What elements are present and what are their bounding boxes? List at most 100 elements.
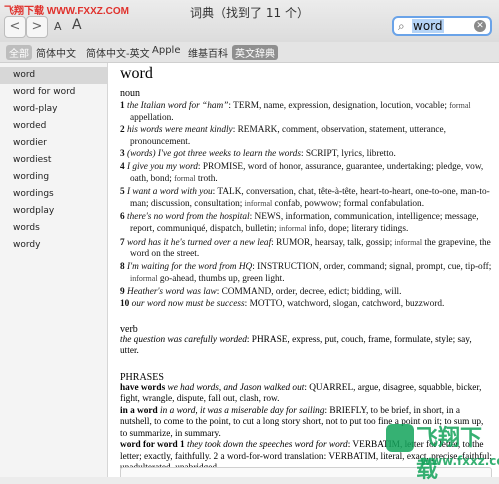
definition-number: 5 xyxy=(120,186,125,197)
sidebar-item-word-for-word[interactable]: word for word xyxy=(0,84,107,101)
sidebar-item-label: word xyxy=(13,70,36,80)
definition-tail: go-ahead, thumbs up, green light. xyxy=(159,274,285,284)
headword: word xyxy=(120,65,153,82)
search-field[interactable]: ⌕ word ✕ xyxy=(392,16,492,36)
tab-all[interactable]: 全部 xyxy=(6,45,32,60)
tab-english-dictionary[interactable]: 英文辞典 xyxy=(232,45,278,60)
definition-item: 2 his words were meant kindly: REMARK, c… xyxy=(120,125,492,148)
definition-text: : COMMAND, order, decree, edict; bidding… xyxy=(216,286,402,297)
definition-tail: info, dope; literary tidings. xyxy=(308,224,409,234)
definition-example: the question was carefully worded xyxy=(120,334,247,345)
definition-text: : MOTTO, watchword, slogan, catchword, b… xyxy=(244,299,445,309)
definition-item: 1 the Italian word for “ham”: TERM, name… xyxy=(120,100,492,124)
definition-number: 10 xyxy=(120,299,130,309)
tab-simplified-chinese[interactable]: 简体中文 xyxy=(36,45,76,60)
definition-example: Heather's word was law xyxy=(126,286,217,297)
sidebar-item-label: worded xyxy=(13,121,47,131)
definition-example: I give you my word xyxy=(126,161,198,172)
phrase-head: in a word xyxy=(120,405,158,416)
definition-content: word noun 1 the Italian word for “ham”: … xyxy=(120,63,492,475)
definition-example: I want a word with you xyxy=(126,186,213,197)
definition-example: his words were meant kindly xyxy=(126,125,233,135)
definition-item: 6 there's no word from the hospital: NEW… xyxy=(120,212,492,236)
sidebar-item-words[interactable]: words xyxy=(0,220,107,237)
definition-text: : SCRIPT, lyrics, libretto. xyxy=(300,149,396,159)
definition-number: 9 xyxy=(120,286,125,297)
sidebar-item-label: wordy xyxy=(13,240,41,250)
definition-number: 7 xyxy=(120,237,125,248)
definition-item: 8 I'm waiting for the word from HQ: INST… xyxy=(120,262,492,286)
sidebar-item-word-play[interactable]: word-play xyxy=(0,101,107,118)
definition-tail: appellation. xyxy=(130,112,174,123)
phrase-example: we had words, and Jason walked out xyxy=(167,382,305,393)
definition-example: I'm waiting for the word from HQ xyxy=(126,261,253,272)
phrase-item: have words we had words, and Jason walke… xyxy=(120,383,492,406)
results-sidebar: word word for word word-play worded word… xyxy=(0,63,108,477)
definition-example: our word now must be success xyxy=(131,299,245,309)
search-icon: ⌕ xyxy=(398,19,405,33)
sidebar-item-label: wordplay xyxy=(13,206,55,216)
definition-example: word has it he's turned over a new leaf xyxy=(126,237,272,248)
forward-button[interactable]: > xyxy=(26,16,48,38)
search-input[interactable]: word xyxy=(412,19,444,33)
register-label: informal xyxy=(244,199,273,208)
register-label: formal xyxy=(449,101,471,110)
phrase-head: have words xyxy=(120,382,166,393)
title-bar: 飞翔下载 WWW.FXXZ.COM 词典（找到了 11 个） < > A A ⌕… xyxy=(0,0,499,43)
part-of-speech-verb: verb xyxy=(120,323,138,335)
sidebar-item-wordiest[interactable]: wordiest xyxy=(0,152,107,169)
sidebar-item-wordings[interactable]: wordings xyxy=(0,186,107,203)
font-larger-button[interactable]: A xyxy=(72,17,82,33)
watermark-logo: 飞翔下载 www.fxxz.com xyxy=(380,414,499,483)
sidebar-item-wordier[interactable]: wordier xyxy=(0,135,107,152)
definition-example: the Italian word for “ham” xyxy=(126,101,229,111)
definition-example: (words) I've got three weeks to learn th… xyxy=(126,149,301,159)
font-smaller-button[interactable]: A xyxy=(54,20,62,33)
definition-number: 8 xyxy=(120,261,125,272)
definition-item: 7 word has it he's turned over a new lea… xyxy=(120,237,492,261)
definition-text: : INSTRUCTION, order, command; signal, p… xyxy=(252,261,492,272)
phrase-head: word for word 1 xyxy=(120,440,185,450)
definition-item: 5 I want a word with you: TALK, conversa… xyxy=(120,187,492,211)
watermark-badge-icon xyxy=(386,424,414,452)
definition-number: 1 xyxy=(120,101,125,111)
definition-number: 3 xyxy=(120,149,125,159)
phrase-example: they took down the speeches word for wor… xyxy=(186,440,348,450)
phrase-example: in a word, it was a miserable day for sa… xyxy=(160,405,325,416)
source-tabs: 全部 简体中文 简体中文-英文 Apple 维基百科 英文辞典 xyxy=(0,42,499,63)
verb-definition: the question was carefully worded: PHRAS… xyxy=(120,335,492,358)
definition-item: 3 (words) I've got three weeks to learn … xyxy=(120,149,492,161)
tab-chinese-english[interactable]: 简体中文-英文 xyxy=(86,45,150,60)
register-label: informal xyxy=(278,224,307,233)
sidebar-item-worded[interactable]: worded xyxy=(0,118,107,135)
watermark-logo-text: 飞翔下载 xyxy=(416,426,483,483)
watermark-logo-url: www.fxxz.com xyxy=(420,454,499,468)
definition-number: 2 xyxy=(120,125,125,135)
definition-item: 10 our word now must be success: MOTTO, … xyxy=(120,299,492,311)
definition-tail: confab, powwow; formal confabulation. xyxy=(274,199,425,209)
sidebar-item-label: word for word xyxy=(13,87,76,97)
sidebar-item-label: wordings xyxy=(13,189,54,199)
sidebar-item-label: wordier xyxy=(13,138,47,148)
sidebar-item-label: wordiest xyxy=(13,155,52,165)
definition-item: 4 I give you my word: PROMISE, word of h… xyxy=(120,162,492,186)
sidebar-item-wording[interactable]: wording xyxy=(0,169,107,186)
register-label: formal xyxy=(174,174,196,183)
definition-number: 4 xyxy=(120,161,125,172)
definition-text: : TERM, name, expression, designation, l… xyxy=(228,101,447,111)
definition-number: 6 xyxy=(120,211,125,222)
tab-wikipedia[interactable]: 维基百科 xyxy=(188,45,228,60)
clear-icon[interactable]: ✕ xyxy=(474,20,486,32)
tab-apple[interactable]: Apple xyxy=(152,45,180,56)
register-label: informal xyxy=(394,237,423,247)
sidebar-item-wordplay[interactable]: wordplay xyxy=(0,203,107,220)
back-button[interactable]: < xyxy=(4,16,26,38)
register-label: informal xyxy=(130,274,158,283)
sidebar-item-wordy[interactable]: wordy xyxy=(0,237,107,254)
part-of-speech-noun: noun xyxy=(120,88,140,99)
phrases-heading: PHRASES xyxy=(120,371,164,383)
sidebar-item-word[interactable]: word xyxy=(0,67,107,84)
definition-tail: troth. xyxy=(197,174,218,184)
definition-item: 9 Heather's word was law: COMMAND, order… xyxy=(120,287,492,299)
definition-example: there's no word from the hospital xyxy=(126,211,250,222)
